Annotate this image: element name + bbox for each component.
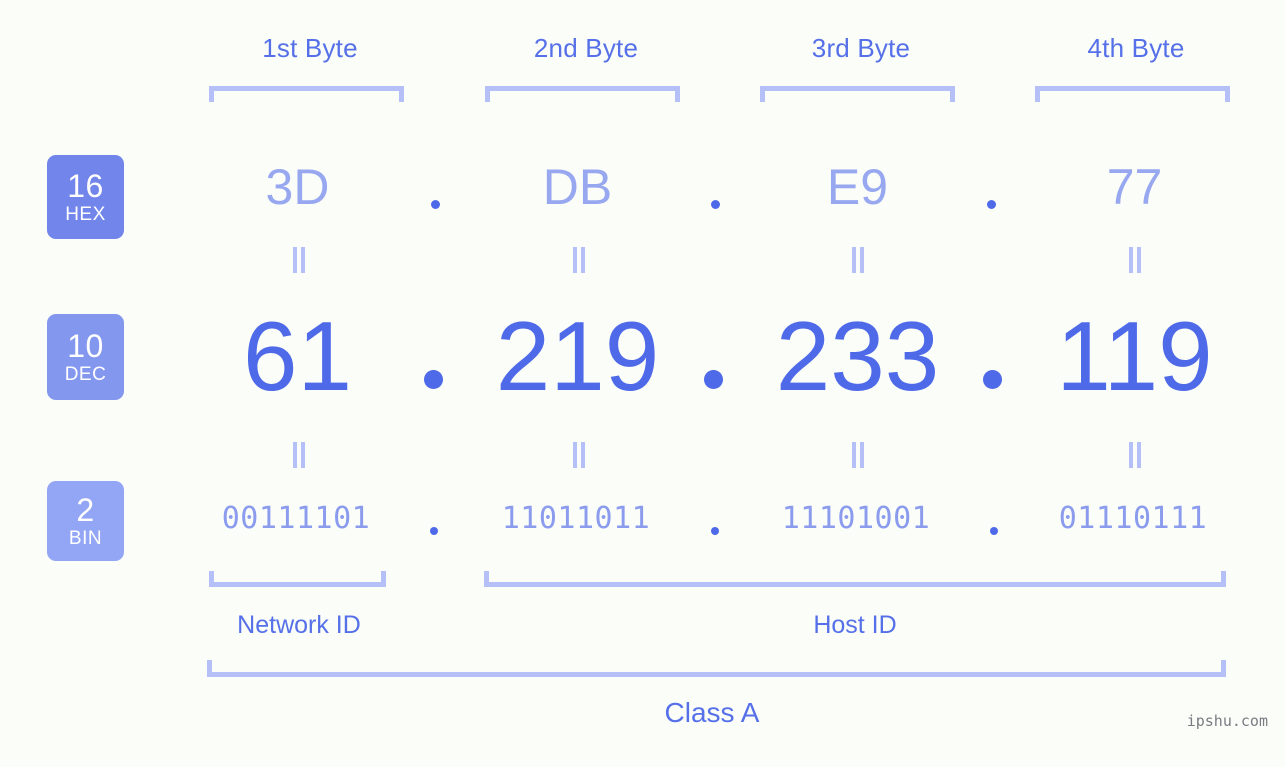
dec-byte-2: 219 (495, 301, 660, 411)
byte-header-label-3: 3rd Byte (811, 33, 911, 63)
byte-bracket-4 (1035, 86, 1230, 102)
base-badge-hex-unit: HEX (65, 204, 106, 225)
base-badge-bin-unit: BIN (68, 528, 103, 549)
host-id-label: Host ID (813, 611, 897, 639)
dec-separator-1 (424, 370, 443, 389)
bin-byte-1: 00111101 (221, 501, 371, 536)
hex-separator-1 (431, 200, 440, 209)
base-badge-hex: 16 HEX (47, 155, 124, 239)
base-badge-bin-number: 2 (76, 492, 95, 528)
equals-mark-hex-dec-4 (1127, 247, 1143, 273)
hex-byte-1: 3D (265, 159, 330, 215)
network-id-bracket (209, 571, 386, 587)
network-id-label: Network ID (237, 611, 361, 639)
bin-separator-3 (990, 527, 998, 535)
byte-bracket-1 (209, 86, 404, 102)
dec-separator-2 (704, 370, 723, 389)
byte-header-label-2: 2nd Byte (533, 33, 639, 63)
byte-bracket-3 (760, 86, 955, 102)
dec-byte-3: 233 (775, 301, 940, 411)
base-badge-bin: 2 BIN (47, 481, 124, 561)
base-badge-hex-number: 16 (67, 168, 104, 204)
byte-bracket-2 (485, 86, 680, 102)
hex-separator-3 (987, 200, 996, 209)
host-id-bracket (484, 571, 1226, 587)
hex-byte-2: DB (542, 159, 613, 215)
hex-byte-3: E9 (826, 159, 889, 215)
bin-byte-2: 11011011 (501, 501, 651, 536)
equals-mark-dec-bin-4 (1127, 442, 1143, 468)
equals-mark-dec-bin-3 (850, 442, 866, 468)
bin-separator-2 (711, 527, 719, 535)
equals-mark-dec-bin-2 (571, 442, 587, 468)
ip-class-label: Class A (664, 697, 760, 728)
dec-separator-3 (983, 370, 1002, 389)
base-badge-dec: 10 DEC (47, 314, 124, 400)
equals-mark-hex-dec-1 (291, 247, 307, 273)
ip-class-bracket (207, 660, 1226, 677)
equals-mark-hex-dec-3 (850, 247, 866, 273)
base-badge-dec-number: 10 (67, 328, 104, 364)
hex-byte-4: 77 (1106, 159, 1163, 215)
dec-byte-4: 119 (1056, 301, 1213, 411)
bin-byte-4: 01110111 (1058, 501, 1208, 536)
dec-byte-1: 61 (242, 301, 352, 411)
equals-mark-hex-dec-2 (571, 247, 587, 273)
bin-byte-3: 11101001 (781, 501, 931, 536)
byte-header-label-4: 4th Byte (1087, 33, 1185, 63)
hex-separator-2 (711, 200, 720, 209)
base-badge-dec-unit: DEC (64, 364, 107, 385)
bin-separator-1 (430, 527, 438, 535)
ip-breakdown-diagram: 1st Byte 2nd Byte 3rd Byte 4th Byte 16 H… (0, 0, 1285, 767)
site-watermark: ipshu.com (1186, 712, 1268, 730)
byte-header-label-1: 1st Byte (262, 33, 358, 63)
equals-mark-dec-bin-1 (291, 442, 307, 468)
